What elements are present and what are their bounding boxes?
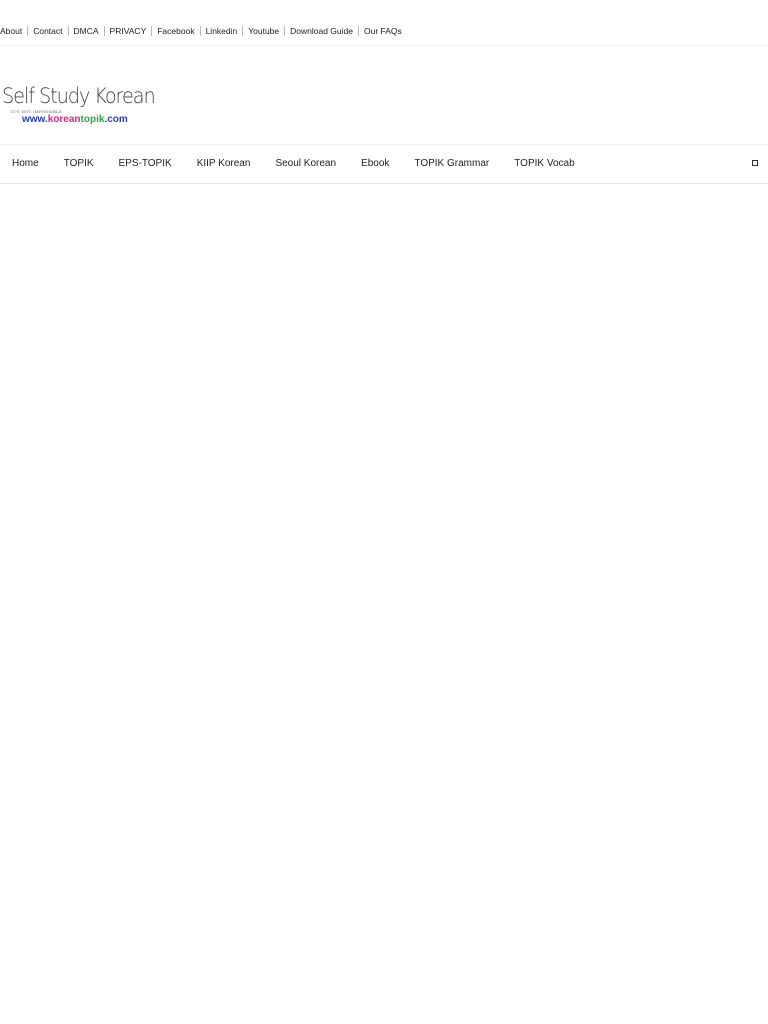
top-link-dmca[interactable]: DMCA	[74, 25, 99, 37]
top-link-privacy[interactable]: PRIVACY	[110, 25, 147, 37]
top-link-youtube[interactable]: Youtube	[248, 25, 279, 37]
main-navigation: Home TOPIK EPS-TOPIK KIIP Korean Seoul K…	[0, 144, 768, 184]
logo-title: Self Study Korean	[2, 84, 156, 108]
search-toggle-icon[interactable]	[752, 160, 758, 166]
top-link-divider	[151, 26, 153, 36]
main-content-area	[0, 184, 768, 1024]
top-link-divider	[67, 26, 69, 36]
top-link-divider	[242, 26, 244, 36]
logo-url-prefix: www.	[22, 114, 48, 125]
top-link-download-guide[interactable]: Download Guide	[290, 25, 353, 37]
top-utility-bar: About Contact DMCA PRIVACY Facebook Link…	[0, 0, 768, 46]
logo-url: www.koreantopik.com	[22, 114, 128, 126]
top-link-divider	[27, 26, 29, 36]
top-link-facebook[interactable]: Facebook	[157, 25, 194, 37]
logo-url-topik: topik	[80, 114, 105, 125]
nav-item-home[interactable]: Home	[0, 145, 51, 183]
nav-item-seoul-korean[interactable]: Seoul Korean	[263, 145, 349, 183]
top-link-linkedin[interactable]: Linkedin	[206, 25, 238, 37]
nav-item-kiip-korean[interactable]: KIIP Korean	[184, 145, 263, 183]
top-link-contact[interactable]: Contact	[33, 25, 62, 37]
top-link-divider	[358, 26, 359, 36]
nav-list: Home TOPIK EPS-TOPIK KIIP Korean Seoul K…	[0, 145, 587, 183]
nav-item-eps-topik[interactable]: EPS-TOPIK	[106, 145, 184, 183]
top-link-divider	[199, 26, 201, 36]
top-link-divider	[284, 26, 286, 36]
logo-url-suffix: .com	[104, 114, 128, 125]
nav-item-topik[interactable]: TOPIK	[51, 145, 106, 183]
top-links: About Contact DMCA PRIVACY Facebook Link…	[0, 25, 402, 37]
nav-item-ebook[interactable]: Ebook	[349, 145, 402, 183]
top-link-about[interactable]: About	[0, 25, 22, 37]
top-link-divider	[103, 26, 105, 36]
logo-url-korean: korean	[47, 114, 81, 125]
site-logo[interactable]: Self Study Korean IT'S NOT IMPOSSIBLE ww…	[2, 83, 156, 129]
nav-item-topik-grammar[interactable]: TOPIK Grammar	[402, 145, 502, 183]
top-link-faqs[interactable]: Our FAQs	[364, 25, 402, 37]
nav-item-topik-vocab[interactable]: TOPIK Vocab	[502, 145, 587, 183]
